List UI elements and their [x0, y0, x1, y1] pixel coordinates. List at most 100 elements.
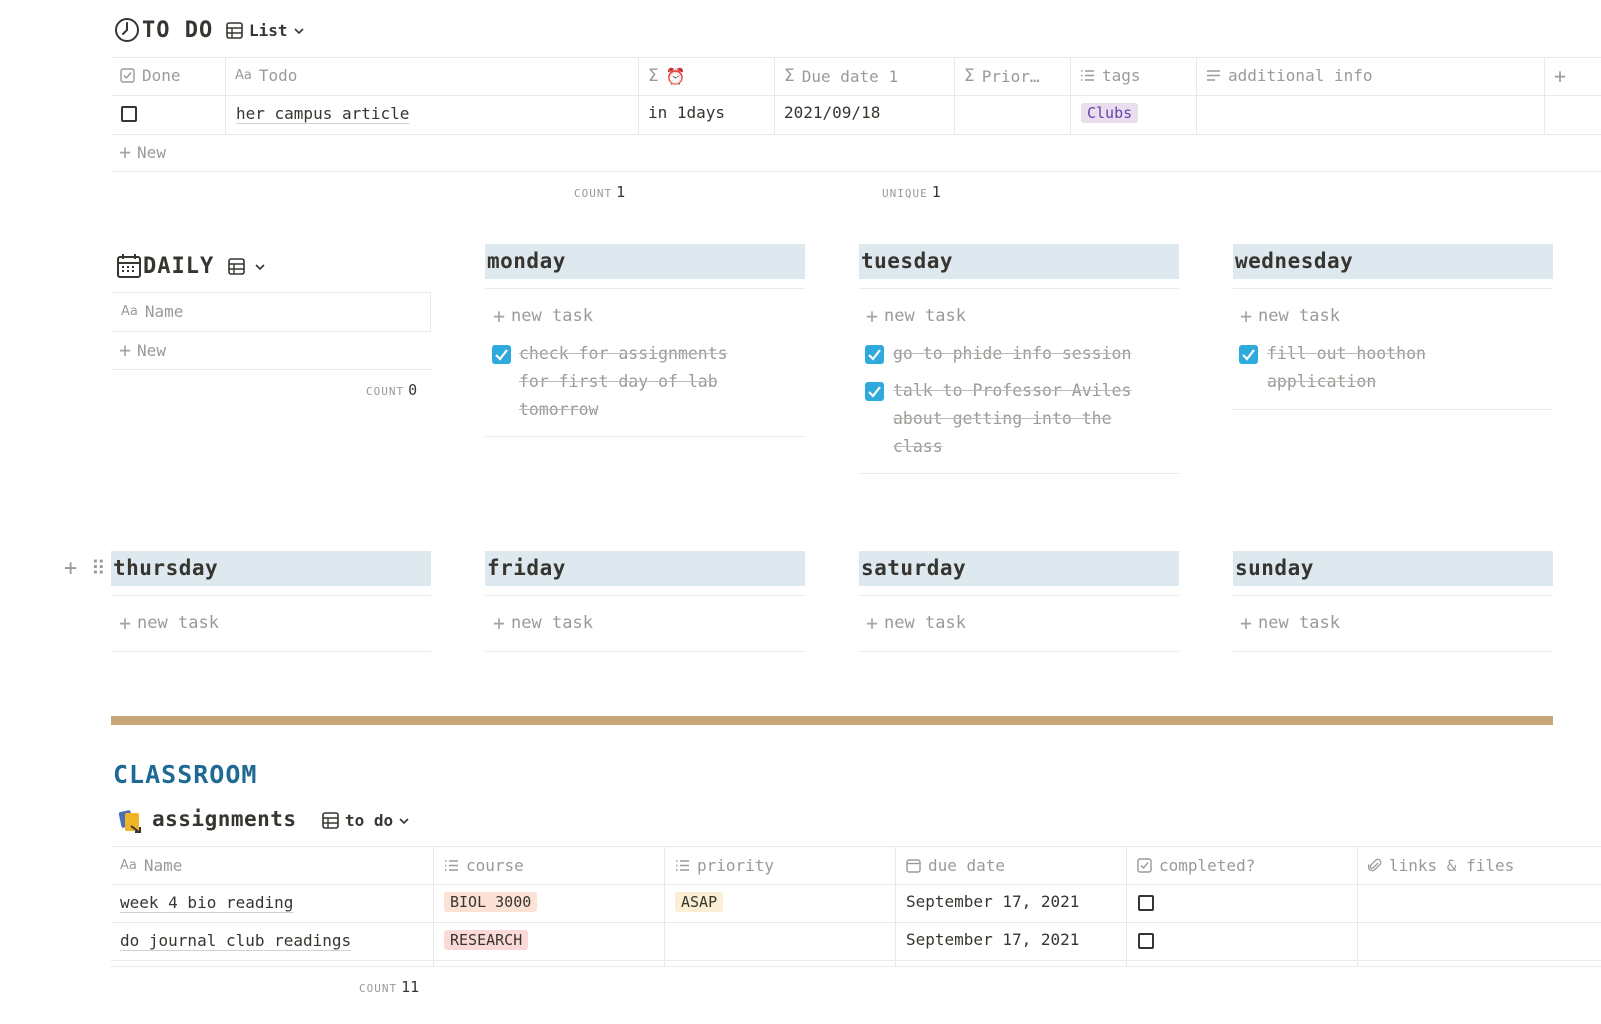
assign-col-header-priority[interactable]: priority — [675, 856, 774, 875]
day-header-saturday: saturday — [859, 551, 1179, 586]
assign-col-header-completed[interactable]: completed? — [1137, 856, 1255, 875]
todo-new-row-button[interactable]: + New — [119, 142, 166, 162]
tuesday-task-line[interactable]: class — [893, 433, 943, 461]
todo-row-name[interactable]: her campus article — [236, 104, 409, 123]
list-icon — [1081, 70, 1094, 81]
assignments-count-aggregate[interactable]: COUNT 11 — [359, 978, 419, 996]
monday-task-line[interactable]: for first day of lab — [519, 368, 718, 396]
tuesday-task-checkbox[interactable] — [865, 382, 884, 401]
monday-new-task-button[interactable]: + new task — [493, 306, 593, 326]
day-header-monday: monday — [485, 244, 805, 279]
assignments-title: assignments — [152, 807, 297, 831]
chevron-down-icon — [293, 27, 304, 34]
day-header-tuesday: tuesday — [859, 244, 1179, 279]
checkbox-icon — [120, 68, 135, 83]
col-header-priority[interactable]: Σ Prior… — [964, 66, 1040, 86]
formula-icon: Σ — [964, 66, 975, 86]
calendar-icon — [906, 859, 921, 873]
table-icon — [322, 812, 339, 829]
assignment-row-name[interactable]: week 4 bio reading — [120, 893, 293, 912]
daily-col-header-name[interactable]: Aa Name — [121, 302, 183, 321]
plus-icon: + — [1240, 304, 1253, 328]
calendar-icon — [116, 253, 142, 283]
assign-col-header-links[interactable]: links & files — [1368, 856, 1514, 875]
day-header-thursday: thursday — [111, 551, 431, 586]
text-lines-icon — [1207, 70, 1220, 81]
tuesday-task-line[interactable]: go to phide info session — [893, 340, 1131, 368]
assignment-row-due: September 17, 2021 — [906, 892, 1080, 911]
list-icon — [445, 860, 458, 871]
list-icon — [676, 860, 689, 871]
chevron-down-icon — [255, 263, 265, 270]
col-header-tags[interactable]: tags — [1080, 66, 1141, 85]
tuesday-task-line[interactable]: about getting into the — [893, 405, 1112, 433]
text-property-icon: Aa — [235, 68, 252, 83]
todo-count-aggregate[interactable]: COUNT 1 — [574, 183, 625, 201]
thursday-new-task-button[interactable]: + new task — [119, 613, 219, 633]
assignments-folder-icon — [117, 808, 145, 838]
assignment-row-completed-checkbox[interactable] — [1138, 895, 1154, 911]
col-header-due-date[interactable]: Σ Due date 1 — [784, 66, 898, 86]
todo-row-countdown: in 1days — [648, 103, 726, 122]
day-header-friday: friday — [485, 551, 805, 586]
todo-view-label: List — [249, 21, 288, 40]
drag-handle-icon[interactable]: ⠿ — [91, 556, 106, 580]
formula-icon: Σ — [648, 66, 659, 86]
todo-row-tag[interactable]: Clubs — [1081, 103, 1139, 123]
monday-task-line[interactable]: tomorrow — [519, 396, 598, 424]
assignments-view-label: to do — [345, 811, 394, 830]
assignment-row-due: September 17, 2021 — [906, 930, 1080, 949]
friday-new-task-button[interactable]: + new task — [493, 613, 593, 633]
daily-view-switcher[interactable] — [228, 258, 265, 275]
table-icon — [226, 22, 243, 39]
plus-icon: + — [493, 611, 506, 635]
assignment-row-name[interactable]: do journal club readings — [120, 931, 351, 950]
todo-title: TO DO — [142, 18, 214, 43]
section-divider — [111, 716, 1553, 725]
col-header-additional-info[interactable]: additional info — [1206, 66, 1373, 85]
assign-col-header-name[interactable]: Aa Name — [120, 856, 182, 875]
col-header-todo[interactable]: Aa Todo — [235, 66, 297, 85]
todo-clock-icon — [114, 17, 140, 47]
tuesday-new-task-button[interactable]: + new task — [866, 306, 966, 326]
wednesday-new-task-button[interactable]: + new task — [1240, 306, 1340, 326]
day-header-wednesday: wednesday — [1233, 244, 1553, 279]
wednesday-task-line[interactable]: fill out hoothon — [1267, 340, 1426, 368]
todo-view-switcher[interactable]: List — [226, 21, 304, 40]
plus-icon: + — [119, 338, 132, 362]
daily-count-aggregate[interactable]: COUNT 0 — [366, 381, 417, 399]
daily-new-row-button[interactable]: + New — [119, 340, 166, 360]
paperclip-icon — [1368, 858, 1382, 872]
col-header-done[interactable]: Done — [120, 66, 181, 85]
assign-col-header-due-date[interactable]: due date — [906, 856, 1005, 875]
wednesday-task-checkbox[interactable] — [1239, 345, 1258, 364]
col-header-countdown[interactable]: Σ ⏰ — [648, 66, 686, 86]
checkbox-icon — [1137, 858, 1152, 873]
assignment-row-completed-checkbox[interactable] — [1138, 933, 1154, 949]
assignment-row-course[interactable]: BIOL 3000 — [444, 892, 538, 912]
saturday-new-task-button[interactable]: + new task — [866, 613, 966, 633]
plus-icon: + — [866, 611, 879, 635]
add-column-button[interactable]: + — [1554, 64, 1566, 88]
text-property-icon: Aa — [120, 858, 137, 873]
todo-row-done-checkbox[interactable] — [121, 106, 137, 122]
daily-title: DAILY — [143, 254, 215, 279]
formula-icon: Σ — [784, 66, 795, 86]
monday-task-checkbox[interactable] — [492, 345, 511, 364]
alarm-clock-icon: ⏰ — [665, 66, 686, 86]
monday-task-line[interactable]: check for assignments — [519, 340, 728, 368]
plus-icon: + — [119, 611, 132, 635]
assignments-view-switcher[interactable]: to do — [322, 811, 409, 830]
sunday-new-task-button[interactable]: + new task — [1240, 613, 1340, 633]
plus-icon: + — [493, 304, 506, 328]
assignment-row-course[interactable]: RESEARCH — [444, 930, 529, 950]
classroom-title: CLASSROOM — [113, 760, 258, 789]
tuesday-task-line[interactable]: talk to Professor Aviles — [893, 377, 1131, 405]
assignment-row-priority[interactable]: ASAP — [675, 892, 724, 912]
tuesday-task-checkbox[interactable] — [865, 345, 884, 364]
wednesday-task-line[interactable]: application — [1267, 368, 1376, 396]
text-property-icon: Aa — [121, 304, 138, 319]
todo-unique-aggregate[interactable]: UNIQUE 1 — [882, 183, 941, 201]
add-block-button[interactable]: + — [64, 556, 77, 581]
assign-col-header-course[interactable]: course — [444, 856, 524, 875]
